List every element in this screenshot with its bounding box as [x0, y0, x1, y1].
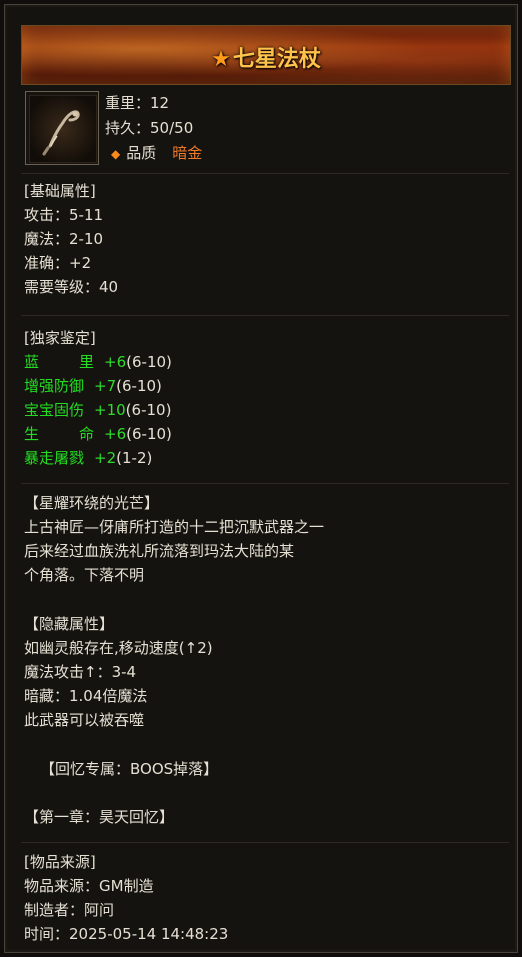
accuracy-row: 准确：+2	[24, 251, 118, 275]
unique-label: 宝宝固伤	[24, 401, 85, 419]
attr-value: 5-11	[69, 206, 104, 224]
lore-line: 个角落。下落不明	[24, 566, 145, 584]
memory-section: 【回忆专属：BOOS掉落】	[40, 757, 218, 781]
unique-label: 生	[24, 425, 40, 443]
attr-label: 攻击：	[24, 206, 70, 224]
unique-label: 增强防御	[24, 377, 85, 395]
hidden-line: 魔法攻击↑：3-4	[24, 663, 137, 681]
lore-line: 后来经过血族洗礼所流落到玛法大陆的某	[24, 542, 295, 560]
attack-row: 攻击：5-11	[24, 203, 118, 227]
attr-value: +2	[69, 254, 92, 272]
durability-value: 50/50	[150, 119, 194, 137]
basic-attributes-header: [基础属性]	[24, 182, 96, 200]
chapter-section: 【第一章：昊天回忆】	[24, 805, 174, 829]
chapter-title: 【第一章：昊天回忆】	[24, 808, 175, 826]
lore-section: 【星耀环绕的光芒】 上古神匠—伢庯所打造的十二把沉默武器之一 后来经过血族洗礼所…	[24, 491, 324, 587]
hidden-attributes-header: 【隐藏属性】	[24, 615, 115, 633]
item-icon-frame	[25, 91, 99, 165]
unique-label: 里	[79, 353, 95, 371]
origin-row: 物品来源：GM制造	[24, 874, 228, 898]
durability-label: 持久：	[105, 119, 151, 137]
basic-attributes: [基础属性] 攻击：5-11 魔法：2-10 准确：+2 需要等级：40	[24, 179, 118, 299]
unique-label: 命	[79, 425, 95, 443]
unique-row: 生 命 +6(6-10)	[24, 422, 172, 446]
unique-bonus: +2	[94, 449, 117, 467]
divider	[21, 315, 509, 316]
unique-label: 蓝	[24, 353, 40, 371]
unique-range: (6-10)	[116, 377, 162, 395]
weight-value: 12	[150, 94, 170, 112]
unique-range: (6-10)	[126, 353, 172, 371]
origin-label: 物品来源：	[24, 877, 100, 895]
unique-label: 暴走屠戮	[24, 449, 85, 467]
unique-bonus: +6	[104, 425, 127, 443]
hidden-line: 如幽灵般存在,移动速度(↑2)	[24, 639, 213, 657]
attr-label: 魔法：	[24, 230, 70, 248]
unique-range: (1-2)	[116, 449, 153, 467]
unique-bonus: +7	[94, 377, 117, 395]
origin-value: GM制造	[99, 877, 154, 895]
required-level-row: 需要等级：40	[24, 275, 118, 299]
devour-note: 此武器可以被吞噬	[24, 711, 145, 729]
maker-row: 制造者：阿问	[24, 898, 228, 922]
unique-range: (6-10)	[126, 425, 172, 443]
time-row: 时间：2025-05-14 14:48:23	[24, 922, 228, 946]
divider	[21, 483, 509, 484]
item-source: [物品来源] 物品来源：GM制造 制造者：阿问 时间：2025-05-14 14…	[24, 850, 228, 946]
attr-value: 2-10	[69, 230, 104, 248]
maker-label: 制造者：	[24, 901, 85, 919]
hidden-line: 暗藏：1.04倍魔法	[24, 687, 148, 705]
unique-row: 蓝 里 +6(6-10)	[24, 350, 172, 374]
hidden-attributes: 【隐藏属性】 如幽灵般存在,移动速度(↑2) 魔法攻击↑：3-4 暗藏：1.04…	[24, 612, 213, 732]
weight-row: 重里：12	[105, 91, 202, 116]
unique-attributes: [独家鉴定] 蓝里 +6(6-10) 增强防御 +7(6-10) 宝宝固伤 +10(6…	[24, 326, 172, 470]
durability-row: 持久：50/50	[105, 116, 202, 141]
quality-label: 品质	[126, 144, 157, 162]
item-title-bar: ★七星法杖	[21, 25, 511, 85]
lore-header: 【星耀环绕的光芒】	[24, 494, 160, 512]
item-name-text: 七星法杖	[232, 47, 321, 72]
divider	[21, 173, 509, 174]
star-icon: ★	[211, 47, 231, 72]
item-basic-stats: 重里：12 持久：50/50 ◆ 品质 暗金	[105, 91, 202, 166]
magic-row: 魔法：2-10	[24, 227, 118, 251]
unique-bonus: +6	[104, 353, 127, 371]
lore-line: 上古神匠—伢庯所打造的十二把沉默武器之一	[24, 518, 325, 536]
memory-exclusive: 【回忆专属：BOOS掉落】	[40, 760, 219, 778]
item-name: ★七星法杖	[22, 41, 510, 73]
staff-icon	[29, 95, 97, 163]
item-source-header: [物品来源]	[24, 853, 96, 871]
unique-row: 宝宝固伤 +10(6-10)	[24, 398, 172, 422]
unique-row: 暴走屠戮 +2(1-2)	[24, 446, 172, 470]
weight-label: 重里：	[105, 94, 151, 112]
diamond-icon: ◆	[111, 147, 121, 161]
quality-value: 暗金	[172, 144, 203, 162]
attr-label: 需要等级：	[24, 278, 100, 296]
time-value: 2025-05-14 14:48:23	[69, 925, 229, 943]
unique-bonus: +10	[94, 401, 126, 419]
attr-label: 准确：	[24, 254, 70, 272]
unique-range: (6-10)	[125, 401, 172, 419]
divider	[21, 842, 509, 843]
unique-row: 增强防御 +7(6-10)	[24, 374, 172, 398]
maker-value: 阿问	[84, 901, 115, 919]
attr-value: 40	[99, 278, 119, 296]
unique-attributes-header: [独家鉴定]	[24, 329, 96, 347]
item-tooltip-panel: ★七星法杖 重里：12 持久：50/50 ◆ 品质 暗金 [基础属性] 攻击：5-1…	[4, 4, 518, 953]
time-label: 时间：	[24, 925, 70, 943]
quality-row: ◆ 品质 暗金	[105, 141, 202, 166]
